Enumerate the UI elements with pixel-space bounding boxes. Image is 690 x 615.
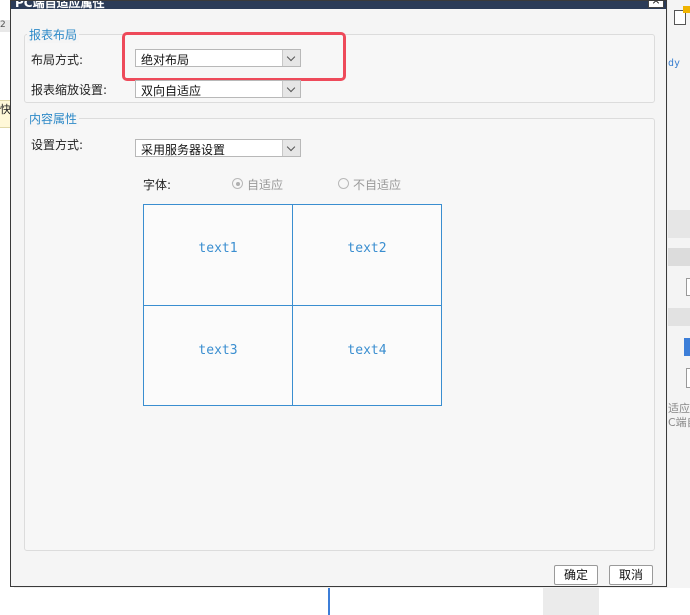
background-right-selected[interactable]	[684, 338, 690, 356]
preview-cell-text3: text3	[198, 343, 238, 358]
highlight-annotation	[122, 32, 346, 81]
font-label: 字体:	[143, 178, 172, 192]
adaptive-radio-label[interactable]: 自适应	[247, 176, 283, 193]
background-right-code: dy	[668, 58, 681, 69]
setting-mode-label: 设置方式:	[31, 138, 84, 152]
background-right-checkbox-2[interactable]	[686, 368, 690, 388]
preview-cell-text1: text1	[198, 241, 238, 256]
grid-horizontal-divider	[144, 305, 441, 306]
content-properties-group-title: 内容属性	[27, 110, 80, 127]
layout-preview-grid: text1 text2 text3 text4	[143, 204, 442, 406]
adaptive-radio[interactable]	[232, 178, 243, 189]
background-bottom-panel	[543, 588, 599, 615]
dialog-title: PC端自适应属性	[15, 1, 105, 9]
report-layout-group-title: 报表布局	[27, 26, 80, 43]
zoom-setting-label: 报表缩放设置:	[31, 83, 108, 97]
layout-mode-label: 布局方式:	[31, 53, 84, 67]
preview-cell-text2: text2	[347, 241, 387, 256]
background-right-panel	[668, 210, 690, 238]
preview-cell-text4: text4	[347, 343, 387, 358]
setting-mode-value: 采用服务器设置	[141, 143, 226, 157]
background-bottom-line	[328, 588, 330, 615]
background-right-row-2	[668, 308, 690, 326]
background-right-checkbox[interactable]	[686, 278, 690, 296]
chevron-down-icon[interactable]	[282, 140, 300, 156]
pc-adaptive-properties-dialog: PC端自适应属性 × 报表布局 布局方式: 绝对布局 报表缩放设置: 双向自适应…	[10, 0, 667, 587]
background-right-text: 适应 C端自	[668, 402, 690, 430]
background-right-row	[668, 248, 690, 266]
ok-button[interactable]: 确定	[554, 565, 598, 585]
cancel-button[interactable]: 取消	[609, 565, 653, 585]
zoom-setting-value: 双向自适应	[141, 84, 202, 98]
not-adaptive-radio-label[interactable]: 不自适应	[353, 176, 401, 193]
setting-mode-select[interactable]: 采用服务器设置	[135, 139, 301, 157]
background-right-text-line1: 适应	[668, 402, 690, 415]
chevron-down-icon[interactable]	[282, 81, 300, 97]
zoom-setting-select[interactable]: 双向自适应	[135, 80, 301, 98]
background-right-text-line2: C端自	[668, 416, 690, 429]
background-left-band-text: 2	[0, 20, 6, 30]
not-adaptive-radio[interactable]	[338, 178, 349, 189]
close-button[interactable]: ×	[648, 1, 664, 8]
document-icon[interactable]	[674, 6, 690, 25]
dialog-titlebar[interactable]: PC端自适应属性 ×	[11, 1, 666, 9]
